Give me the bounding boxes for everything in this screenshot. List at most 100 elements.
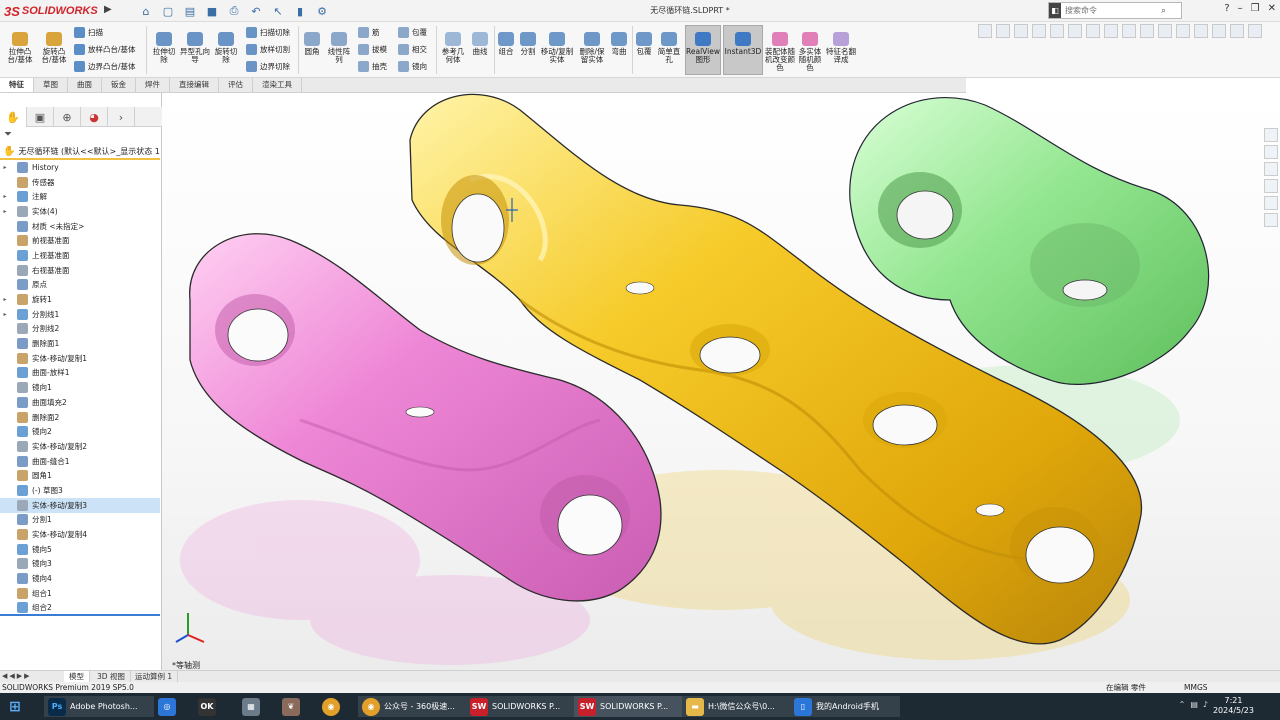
random-color-body-button[interactable]: 多实体随机颜色 — [796, 32, 824, 72]
taskbar-app1[interactable]: ◎ — [158, 696, 176, 717]
filter-icon[interactable] — [1230, 24, 1244, 38]
expand-arrow-icon[interactable]: ▸ — [0, 311, 10, 318]
tab-sheet-metal[interactable]: 钣金 — [102, 78, 136, 92]
feature-tree-item[interactable]: 镜向5 — [0, 542, 160, 557]
filter-icon[interactable] — [978, 24, 992, 38]
move-copy-button[interactable]: 移动/复制实体 — [540, 32, 574, 64]
feature-tree-item[interactable]: ▸ 分割线1 — [0, 307, 160, 322]
wrap-button[interactable]: 包覆 — [398, 27, 427, 38]
filter-icon[interactable] — [1014, 24, 1028, 38]
taskbar-photoshop[interactable]: Ps Adobe Photosh... — [44, 696, 154, 717]
resources-icon[interactable] — [1264, 145, 1278, 159]
feature-tree-item[interactable]: ▸ 旋转1 — [0, 292, 160, 307]
open-icon[interactable]: ▤ — [182, 3, 198, 19]
feature-tree-item[interactable]: ▸ 注解 — [0, 189, 160, 204]
taskbar-android[interactable]: ▯ 我的Android手机 — [790, 696, 900, 717]
filter-icon[interactable] — [1194, 24, 1208, 38]
new-doc-icon[interactable]: ▢ — [160, 3, 176, 19]
swept-cut-button[interactable]: 扫描切除 — [246, 27, 290, 38]
feature-tree-item[interactable]: 组合1 — [0, 586, 160, 601]
minimize-icon[interactable]: – — [1238, 3, 1243, 14]
tab-sketch[interactable]: 草图 — [34, 78, 68, 92]
configuration-manager-tab-icon[interactable]: ⊕ — [54, 107, 81, 127]
simple-hole-button[interactable]: 简单直孔 — [656, 32, 682, 64]
split-button[interactable]: 分割 — [518, 32, 538, 56]
linear-pattern-button[interactable]: 线性阵列 — [326, 32, 352, 64]
delete-keep-button[interactable]: 删除/保留实体 — [576, 32, 608, 64]
select-arrow-icon[interactable] — [1032, 24, 1046, 38]
graphics-area[interactable]: ⟲ ⊡ ⚲ ↶ ◫ ⊟ ◈ ◩ ◐ ◕ ◍ ▭ ⧉ ▁ ❐ ✕ — [162, 93, 1280, 670]
appearances-icon[interactable] — [1264, 196, 1278, 210]
custom-properties-icon[interactable] — [1264, 213, 1278, 227]
feature-tree-item[interactable]: 实体-移动/复制2 — [0, 439, 160, 454]
tab-weldments[interactable]: 焊件 — [136, 78, 170, 92]
undo-icon[interactable]: ↶ — [248, 3, 264, 19]
feature-tree-item[interactable]: 实体-移动/复制3 — [0, 497, 160, 513]
feature-tree-item[interactable]: 分割线2 — [0, 322, 160, 337]
filter-icon[interactable] — [1248, 24, 1262, 38]
feature-tree-item[interactable]: 上视基准面 — [0, 248, 160, 263]
tab-surfaces[interactable]: 曲面 — [68, 78, 102, 92]
feature-tree-item[interactable]: 材质 <未指定> — [0, 219, 160, 234]
options-icon[interactable]: ⚙ — [314, 3, 330, 19]
filter-icon[interactable] — [1212, 24, 1226, 38]
taskbar-solidworks-2[interactable]: SW SOLIDWORKS P... — [574, 696, 684, 717]
feature-tree-item[interactable]: 传感器 — [0, 175, 160, 190]
feature-tree-item[interactable]: 镜向4 — [0, 571, 160, 586]
solidworks-logo[interactable]: 3S SOLIDWORKS — [4, 3, 98, 19]
sweep-button[interactable]: 扫描 — [74, 27, 103, 38]
start-button[interactable]: ⊞ — [6, 696, 24, 717]
property-manager-tab-icon[interactable]: ▣ — [27, 107, 54, 127]
feature-tree-item[interactable]: 分割1 — [0, 513, 160, 528]
tab-evaluate[interactable]: 评估 — [219, 78, 253, 92]
boundary-cut-button[interactable]: 边界切除 — [246, 61, 290, 72]
ref-geometry-button[interactable]: 参考几何体 — [440, 32, 466, 64]
tray-expand-icon[interactable]: ⌃ — [1179, 700, 1186, 709]
cursor-icon[interactable] — [1050, 24, 1064, 38]
hole-wizard-button[interactable]: 异型孔向导 — [180, 32, 210, 64]
expand-arrow-icon[interactable]: ▸ — [0, 296, 10, 303]
feature-tree-root[interactable]: ✋ 无尽循环链 (默认<<默认>_显示状态 1 — [3, 146, 161, 157]
feature-tree-item[interactable]: (-) 草图3 — [0, 483, 160, 498]
filter-icon[interactable] — [1176, 24, 1190, 38]
flex-button[interactable]: 弯曲 — [608, 32, 630, 56]
shell-button[interactable]: 抽壳 — [358, 61, 387, 72]
curves-button[interactable]: 曲线 — [468, 32, 492, 56]
feature-tree-item[interactable]: 曲面-缝合1 — [0, 454, 160, 469]
taskbar-app3[interactable]: ▦ — [242, 696, 260, 717]
restore-icon[interactable]: ❐ — [1251, 3, 1260, 14]
search-icon[interactable]: ⌕ — [1161, 6, 1166, 16]
combine-button[interactable]: 组合 — [496, 32, 516, 56]
unit-system[interactable]: MMGS — [1184, 682, 1208, 693]
filter-icon[interactable] — [1158, 24, 1172, 38]
help-icon[interactable]: ? — [1224, 3, 1229, 14]
home-icon[interactable] — [1264, 128, 1278, 142]
extrude-boss-button[interactable]: 拉伸凸台/基体 — [4, 32, 36, 64]
home-icon[interactable]: ⌂ — [138, 3, 154, 19]
filter-icon[interactable] — [1122, 24, 1136, 38]
filter-icon[interactable] — [1086, 24, 1100, 38]
lofted-cut-button[interactable]: 放样切割 — [246, 44, 290, 55]
expand-arrow-icon[interactable]: ▸ — [0, 164, 10, 171]
feature-tree-item[interactable]: ▸ History — [0, 160, 160, 175]
close-icon[interactable]: ✕ — [1268, 3, 1276, 14]
tab-3d-views[interactable]: 3D 视图 — [92, 671, 131, 682]
filter-icon[interactable]: ⏷ — [4, 129, 12, 140]
feature-tree-item[interactable]: 镜向3 — [0, 557, 160, 572]
taskbar-browser[interactable]: ◉ 公众号 - 360极速... — [358, 696, 468, 717]
fillet-button[interactable]: 圆角 — [300, 32, 324, 56]
search-mode-icon[interactable]: ◧ — [1049, 3, 1061, 18]
feature-tree-item[interactable]: 原点 — [0, 278, 160, 293]
rib-button[interactable]: 筋 — [358, 27, 380, 38]
intersect-button[interactable]: 相交 — [398, 44, 427, 55]
feature-manager-tab-icon[interactable]: ✋ — [0, 107, 27, 127]
feature-tree-item[interactable]: 曲面填充2 — [0, 395, 160, 410]
random-color-assembly-button[interactable]: 装配体随机改变颜色 — [765, 32, 795, 72]
print-icon[interactable]: ⎙ — [226, 3, 242, 19]
revolve-cut-button[interactable]: 旋转切除 — [212, 32, 240, 64]
panel-more-icon[interactable]: › — [108, 107, 135, 127]
taskbar-chrome-app[interactable]: ◉ — [322, 696, 340, 717]
boundary-boss-button[interactable]: 边界凸台/基体 — [74, 61, 136, 72]
filter-icon[interactable] — [1140, 24, 1154, 38]
mirror-button[interactable]: 镜向 — [398, 61, 427, 72]
